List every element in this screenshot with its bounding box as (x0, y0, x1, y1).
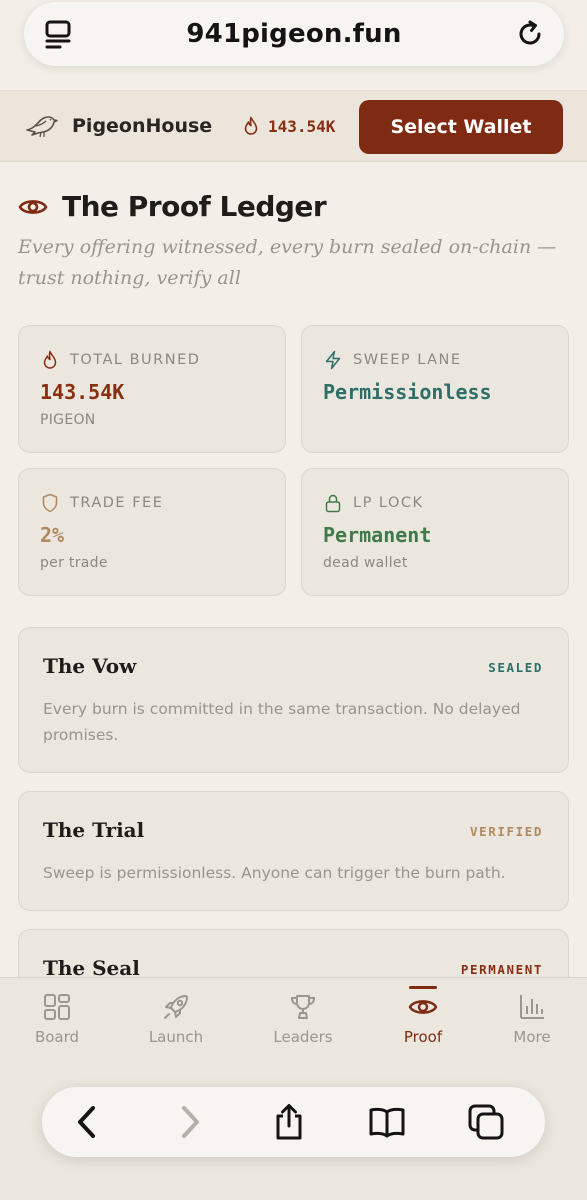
tab-more[interactable]: More (482, 978, 582, 1058)
tab-board[interactable]: Board (7, 978, 107, 1058)
bar-chart-icon (520, 995, 544, 1019)
stat-sub: PIGEON (40, 412, 96, 428)
tab-label: Launch (148, 1028, 204, 1046)
app-header: PigeonHouse 143.54K Select Wallet (0, 90, 587, 162)
header-burn-stat: 143.54K (242, 116, 335, 136)
page-title-text: The Proof Ledger (62, 190, 327, 223)
tab-label: More (513, 1028, 551, 1046)
proof-card-trial[interactable]: The Trial VERIFIED Sweep is permissionle… (18, 791, 569, 911)
stat-value: Permissionless (323, 380, 492, 404)
status-badge: SEALED (488, 660, 543, 675)
proof-title: The Trial (43, 818, 145, 842)
stat-card-sweep-lane: SWEEP LANE Permissionless (301, 325, 569, 453)
tab-launch[interactable]: Launch (126, 978, 226, 1058)
status-badge: VERIFIED (469, 824, 543, 839)
bottom-tab-bar: Board Launch Leaders Proof More (0, 977, 587, 1200)
proof-title: The Vow (43, 654, 137, 678)
bookmarks-icon[interactable] (368, 1103, 406, 1141)
address-bar[interactable]: 941pigeon.fun (24, 2, 564, 66)
active-tab-indicator (409, 986, 437, 989)
proof-description: Sweep is permissionless. Anyone can trig… (43, 864, 506, 882)
browser-toolbar (42, 1087, 545, 1157)
stat-value: 143.54K (40, 380, 125, 404)
select-wallet-button[interactable]: Select Wallet (359, 100, 563, 154)
tab-proof[interactable]: Proof (373, 978, 473, 1058)
stat-label: SWEEP LANE (353, 352, 462, 368)
stat-sub: per trade (40, 555, 108, 571)
stat-label: TOTAL BURNED (70, 352, 201, 368)
eye-icon (18, 199, 48, 214)
proof-description: Every burn is committed in the same tran… (43, 700, 521, 744)
stat-value: Permanent (323, 523, 432, 547)
tab-label: Leaders (273, 1028, 333, 1046)
eye-icon (408, 1000, 438, 1014)
forward-icon[interactable] (170, 1103, 208, 1141)
trophy-icon (290, 995, 316, 1019)
shield-icon (42, 493, 58, 513)
tab-label: Proof (403, 1028, 443, 1046)
stat-card-lp-lock: LP LOCK Permanent dead wallet (301, 468, 569, 596)
grid-icon (44, 994, 70, 1020)
page: 941pigeon.fun PigeonHouse 143.54K Select… (0, 0, 587, 1200)
lock-icon (325, 494, 341, 513)
stat-label: TRADE FEE (70, 495, 164, 511)
rocket-icon (164, 995, 188, 1019)
tabs-overview-icon[interactable] (467, 1103, 505, 1141)
brand-name: PigeonHouse (72, 115, 213, 137)
flame-icon (43, 350, 57, 369)
stat-card-trade-fee: TRADE FEE 2% per trade (18, 468, 286, 596)
tab-label: Board (34, 1028, 80, 1046)
stat-value: 2% (40, 523, 65, 547)
pigeon-logo-icon (26, 116, 58, 138)
back-icon[interactable] (69, 1103, 107, 1141)
proof-card-vow[interactable]: The Vow SEALED Every burn is committed i… (18, 627, 569, 773)
share-icon[interactable] (270, 1103, 308, 1141)
page-title: The Proof Ledger (18, 190, 327, 223)
reload-icon[interactable] (516, 19, 546, 49)
stat-sub: dead wallet (323, 555, 408, 571)
url-text[interactable]: 941pigeon.fun (186, 19, 401, 49)
lightning-icon (325, 350, 341, 370)
page-subtitle: Every offering witnessed, every burn sea… (18, 236, 557, 289)
flame-icon (244, 116, 258, 135)
header-burn-value: 143.54K (268, 116, 336, 136)
tab-leaders[interactable]: Leaders (253, 978, 353, 1058)
brand[interactable]: PigeonHouse (24, 113, 212, 139)
tabs-icon[interactable] (44, 19, 74, 49)
status-badge: PERMANENT (460, 962, 543, 977)
stat-label: LP LOCK (353, 495, 424, 511)
stat-card-total-burned: TOTAL BURNED 143.54K PIGEON (18, 325, 286, 453)
